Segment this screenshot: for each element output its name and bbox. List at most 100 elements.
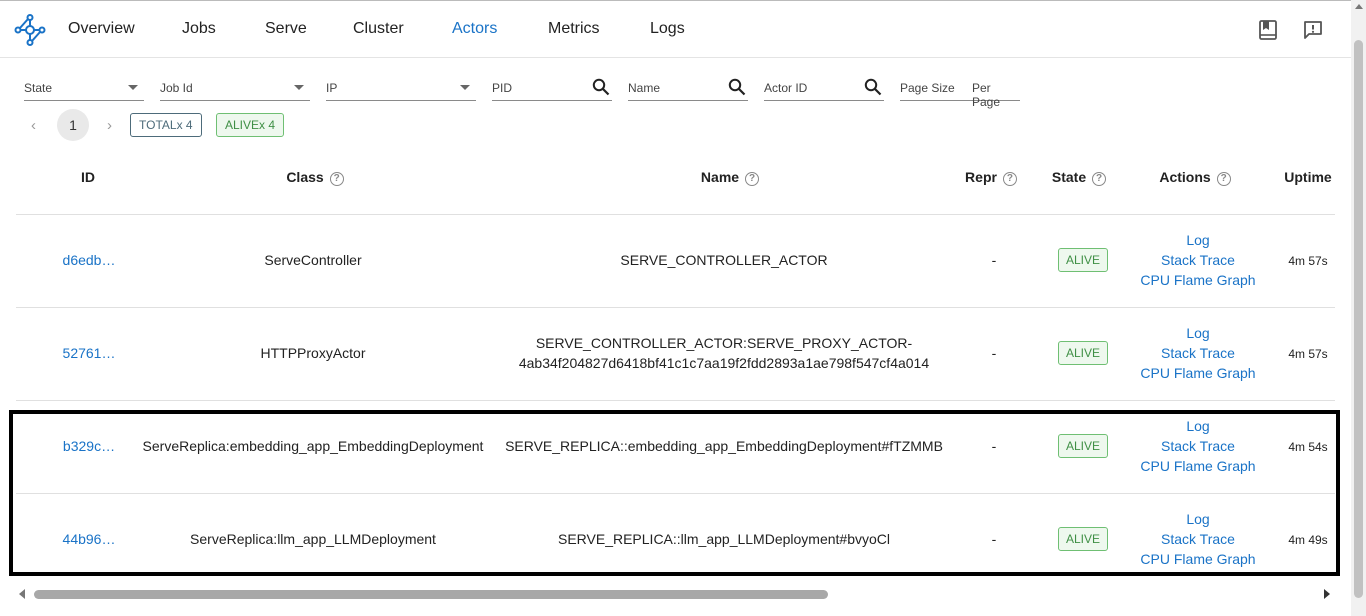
actor-repr: - <box>991 531 997 547</box>
column-header-id-label: ID <box>81 169 95 185</box>
actor-id-link[interactable]: d6edb… <box>40 252 138 268</box>
table-row: 52761… HTTPProxyActor SERVE_CONTROLLER_A… <box>0 307 1340 400</box>
name-filter-input[interactable]: Name <box>628 74 748 101</box>
alive-count-chip[interactable]: ALIVEx 4 <box>216 113 285 137</box>
column-header-actions-label: Actions <box>1159 169 1211 185</box>
state-filter-select[interactable]: State <box>24 74 144 101</box>
actor-name-line2: 4ab34f204827d6418bf41c1c7aa19f2fdd2893a1… <box>518 355 930 371</box>
help-icon[interactable]: ? <box>329 172 344 186</box>
actor-repr: - <box>991 438 997 454</box>
ip-filter-label: IP <box>326 81 338 95</box>
help-icon[interactable]: ? <box>745 172 760 186</box>
cpu-flame-graph-link[interactable]: CPU Flame Graph <box>1130 270 1266 290</box>
actor-uptime: 4m 57s <box>1288 254 1328 268</box>
cpu-flame-graph-link[interactable]: CPU Flame Graph <box>1130 363 1266 383</box>
job-id-filter-label: Job Id <box>160 81 193 95</box>
search-icon[interactable] <box>592 78 610 96</box>
actor-id-link[interactable]: b329c… <box>40 438 138 454</box>
actor-class: ServeReplica:llm_app_LLMDeployment <box>190 531 436 547</box>
horizontal-scroll-thumb[interactable] <box>34 590 828 599</box>
status-badge: ALIVE <box>1058 248 1108 272</box>
column-header-name-label: Name <box>700 169 740 185</box>
actor-name-line1: SERVE_REPLICA::embedding_app_EmbeddingDe… <box>505 438 943 454</box>
column-header-name: Name? <box>660 169 800 186</box>
table-row: b329c… ServeReplica:embedding_app_Embedd… <box>0 400 1340 493</box>
pid-filter-input[interactable]: PID <box>492 74 612 101</box>
pagination-next-button[interactable]: › <box>107 117 112 134</box>
top-nav: Overview Jobs Serve Cluster Actors Metri… <box>0 0 1366 58</box>
nav-overview[interactable]: Overview <box>68 20 135 38</box>
column-header-state-label: State <box>1051 169 1087 185</box>
column-header-repr: Repr? <box>956 169 1026 186</box>
actor-actions: Log Stack Trace CPU Flame Graph <box>1130 416 1266 476</box>
search-icon[interactable] <box>728 78 746 96</box>
column-header-actions: Actions? <box>1150 169 1240 186</box>
scroll-up-arrow-icon[interactable] <box>1355 4 1363 9</box>
actor-class: ServeController <box>264 252 362 268</box>
column-header-state: State? <box>1044 169 1114 186</box>
log-link[interactable]: Log <box>1130 416 1266 436</box>
vertical-scroll-thumb[interactable] <box>1354 40 1363 598</box>
nav-actors[interactable]: Actors <box>452 20 497 38</box>
actor-id-link[interactable]: 52761… <box>40 345 138 361</box>
actor-uptime: 4m 54s <box>1288 440 1328 454</box>
column-header-uptime-label: Uptime <box>1284 169 1332 185</box>
table-row: 44b96… ServeReplica:llm_app_LLMDeploymen… <box>0 493 1340 586</box>
stack-trace-link[interactable]: Stack Trace <box>1130 343 1266 363</box>
log-link[interactable]: Log <box>1130 323 1266 343</box>
chevron-down-icon <box>128 85 138 90</box>
chevron-down-icon <box>294 85 304 90</box>
nav-logs[interactable]: Logs <box>650 20 685 38</box>
actor-name: SERVE_CONTROLLER_ACTOR:SERVE_PROXY_ACTOR… <box>496 333 952 373</box>
scroll-left-arrow-icon[interactable] <box>19 589 25 599</box>
nav-cluster[interactable]: Cluster <box>353 20 404 38</box>
ray-logo-icon[interactable] <box>14 14 46 46</box>
actor-name: SERVE_CONTROLLER_ACTOR <box>496 250 952 270</box>
pid-filter-label: PID <box>492 81 513 95</box>
actor-id-filter-input[interactable]: Actor ID <box>764 74 884 101</box>
job-id-filter-select[interactable]: Job Id <box>160 74 310 101</box>
actor-uptime: 4m 57s <box>1288 347 1328 361</box>
stack-trace-link[interactable]: Stack Trace <box>1130 436 1266 456</box>
actor-id-link[interactable]: 44b96… <box>40 531 138 547</box>
total-count-chip[interactable]: TOTALx 4 <box>130 113 202 137</box>
cpu-flame-graph-link[interactable]: CPU Flame Graph <box>1130 456 1266 476</box>
status-badge: ALIVE <box>1058 527 1108 551</box>
stack-trace-link[interactable]: Stack Trace <box>1130 250 1266 270</box>
vertical-scrollbar[interactable] <box>1351 0 1366 616</box>
pagination-page-1[interactable]: 1 <box>57 109 89 141</box>
feedback-icon[interactable] <box>1302 19 1324 41</box>
search-icon[interactable] <box>864 78 882 96</box>
docs-book-icon[interactable] <box>1257 19 1279 41</box>
actor-uptime: 4m 49s <box>1288 533 1328 547</box>
per-page-placeholder: Per Page <box>972 81 1001 109</box>
ip-filter-select[interactable]: IP <box>326 74 476 101</box>
page-size-input[interactable]: Page Size Per Page <box>900 74 1020 109</box>
actor-class: HTTPProxyActor <box>260 345 366 361</box>
pagination-prev-button[interactable]: ‹ <box>31 117 36 134</box>
actor-name-line1: SERVE_CONTROLLER_ACTOR <box>620 252 828 268</box>
actor-repr: - <box>991 252 997 268</box>
column-header-id: ID <box>60 169 116 185</box>
nav-serve[interactable]: Serve <box>265 20 307 38</box>
help-icon[interactable]: ? <box>1092 172 1107 186</box>
nav-metrics[interactable]: Metrics <box>548 20 600 38</box>
horizontal-scrollbar[interactable] <box>14 586 1338 602</box>
cpu-flame-graph-link[interactable]: CPU Flame Graph <box>1130 549 1266 569</box>
actor-name: SERVE_REPLICA::llm_app_LLMDeployment#bvy… <box>496 529 952 549</box>
log-link[interactable]: Log <box>1130 230 1266 250</box>
actor-name: SERVE_REPLICA::embedding_app_EmbeddingDe… <box>496 436 952 456</box>
stack-trace-link[interactable]: Stack Trace <box>1130 529 1266 549</box>
page-size-label: Page Size <box>900 81 955 95</box>
help-icon[interactable]: ? <box>1002 172 1017 186</box>
actor-name-line1: SERVE_REPLICA::llm_app_LLMDeployment#bvy… <box>557 531 890 547</box>
actor-id-filter-label: Actor ID <box>764 81 808 95</box>
table-row: d6edb… ServeController SERVE_CONTROLLER_… <box>0 214 1340 307</box>
log-link[interactable]: Log <box>1130 509 1266 529</box>
status-badge: ALIVE <box>1058 341 1108 365</box>
nav-jobs[interactable]: Jobs <box>182 20 216 38</box>
name-filter-label: Name <box>628 81 661 95</box>
help-icon[interactable]: ? <box>1216 172 1231 186</box>
scroll-right-arrow-icon[interactable] <box>1324 589 1330 599</box>
column-header-repr-label: Repr <box>965 169 997 185</box>
